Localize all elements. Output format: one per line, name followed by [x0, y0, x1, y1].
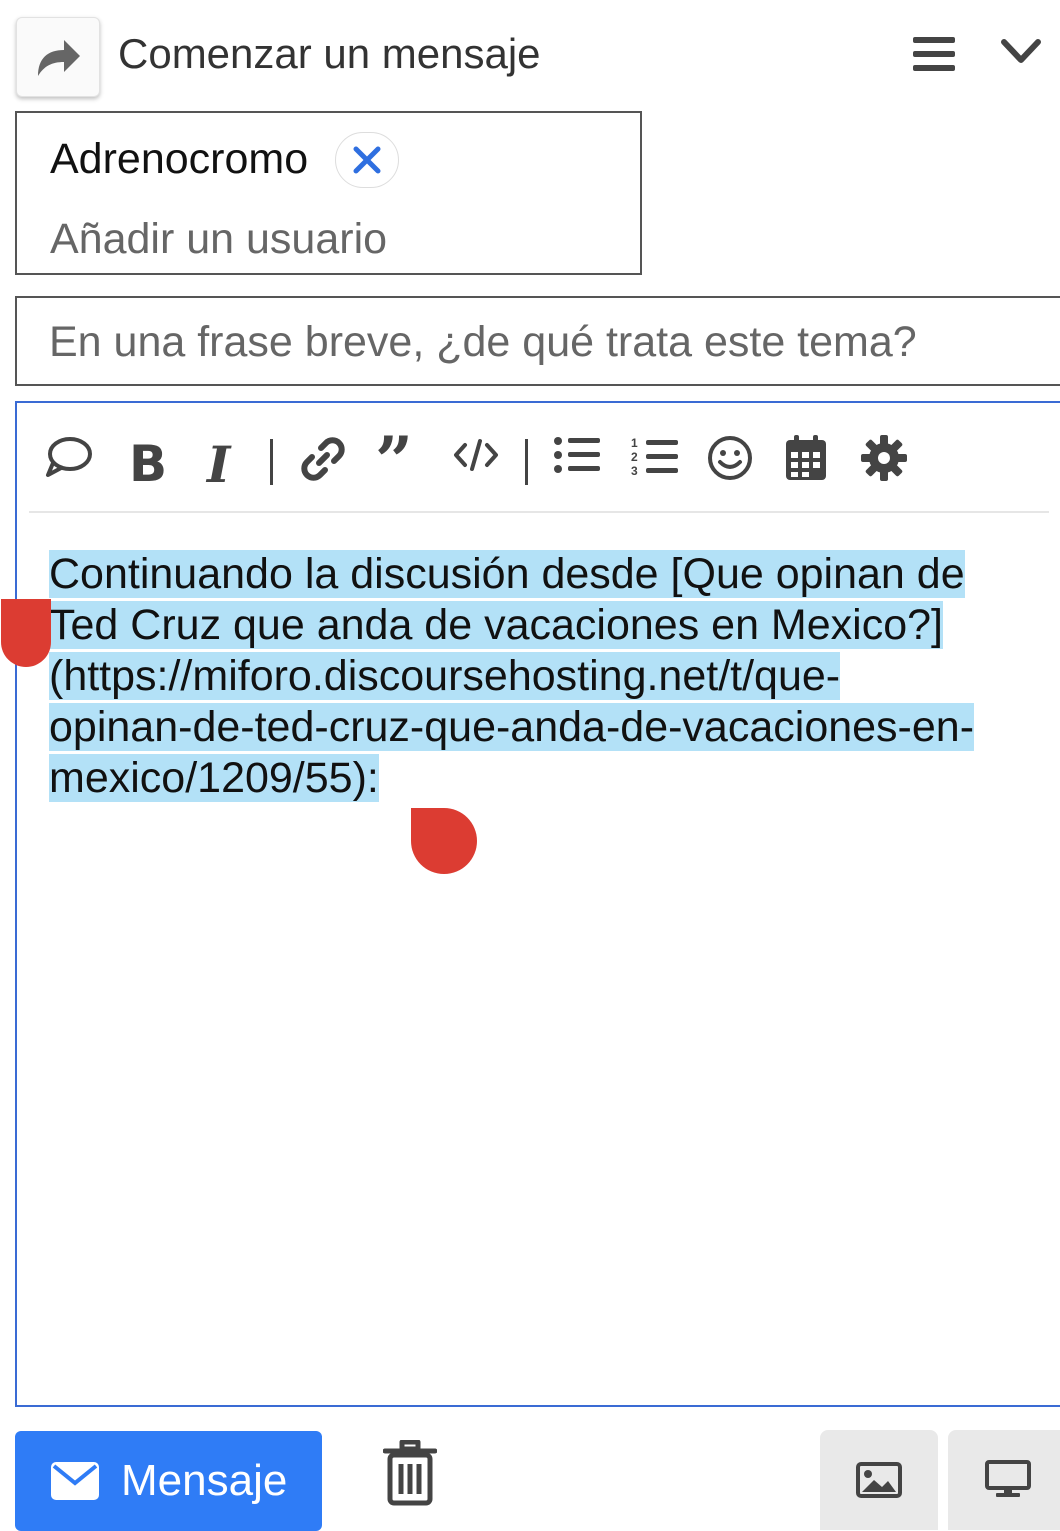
- quote-bubble-icon[interactable]: [45, 435, 93, 479]
- bullet-list-icon[interactable]: [553, 435, 601, 475]
- hamburger-menu-icon[interactable]: [913, 36, 955, 77]
- italic-icon[interactable]: I: [207, 435, 230, 494]
- editor-line: mexico/1209/55):: [49, 754, 379, 802]
- selection-start-handle[interactable]: [1, 599, 51, 667]
- editor-line: opinan-de-ted-cruz-que-anda-de-vacacione…: [49, 703, 975, 751]
- selection-end-handle[interactable]: [411, 808, 477, 874]
- recipient-chip: Adrenocromo: [50, 135, 309, 183]
- svg-text:1: 1: [631, 436, 638, 450]
- remove-recipient-button[interactable]: [335, 132, 399, 188]
- subject-field[interactable]: En una frase breve, ¿de qué trata este t…: [15, 296, 1060, 386]
- desktop-monitor-icon: [985, 1460, 1031, 1497]
- send-message-button[interactable]: Mensaje: [15, 1431, 322, 1531]
- close-icon: [353, 146, 381, 174]
- image-icon: [856, 1462, 902, 1498]
- editor-line: (https://miforo.discoursehosting.net/t/q…: [49, 652, 841, 700]
- add-user-input[interactable]: Añadir un usuario: [50, 215, 387, 264]
- emoji-icon[interactable]: [707, 435, 753, 481]
- link-icon[interactable]: [299, 435, 347, 483]
- chevron-down-icon[interactable]: [1000, 38, 1042, 71]
- message-editor[interactable]: B I ” 1 2 3 Continuando la discusión des…: [1, 401, 1060, 1407]
- svg-text:2: 2: [631, 450, 638, 464]
- editor-line: Ted Cruz que anda de vacaciones en Mexic…: [49, 601, 943, 649]
- upload-image-button[interactable]: [820, 1430, 938, 1530]
- discard-trash-icon[interactable]: [382, 1439, 438, 1511]
- bold-icon[interactable]: B: [129, 435, 167, 493]
- envelope-icon: [51, 1462, 99, 1500]
- recipients-field[interactable]: Adrenocromo Añadir un usuario: [15, 111, 642, 275]
- send-label: Mensaje: [121, 1456, 288, 1505]
- toolbar-divider: [525, 439, 528, 485]
- blockquote-icon[interactable]: ”: [375, 422, 413, 500]
- reply-icon[interactable]: [16, 17, 100, 97]
- code-icon[interactable]: [453, 435, 499, 475]
- gear-icon[interactable]: [861, 435, 907, 481]
- subject-input[interactable]: En una frase breve, ¿de qué trata este t…: [49, 318, 917, 367]
- editor-line: Continuando la discusión desde [Que opin…: [49, 550, 965, 598]
- numbered-list-icon[interactable]: 123: [631, 435, 679, 477]
- toggle-preview-button[interactable]: [948, 1430, 1060, 1530]
- editor-toolbar: B I ” 1 2 3: [29, 422, 1049, 513]
- editor-text[interactable]: Continuando la discusión desde [Que opin…: [49, 549, 1029, 804]
- composer-header: Comenzar un mensaje: [0, 0, 1060, 110]
- calendar-icon[interactable]: [785, 435, 827, 481]
- composer-title: Comenzar un mensaje: [118, 30, 541, 77]
- svg-text:3: 3: [631, 464, 638, 477]
- toolbar-divider: [270, 439, 273, 485]
